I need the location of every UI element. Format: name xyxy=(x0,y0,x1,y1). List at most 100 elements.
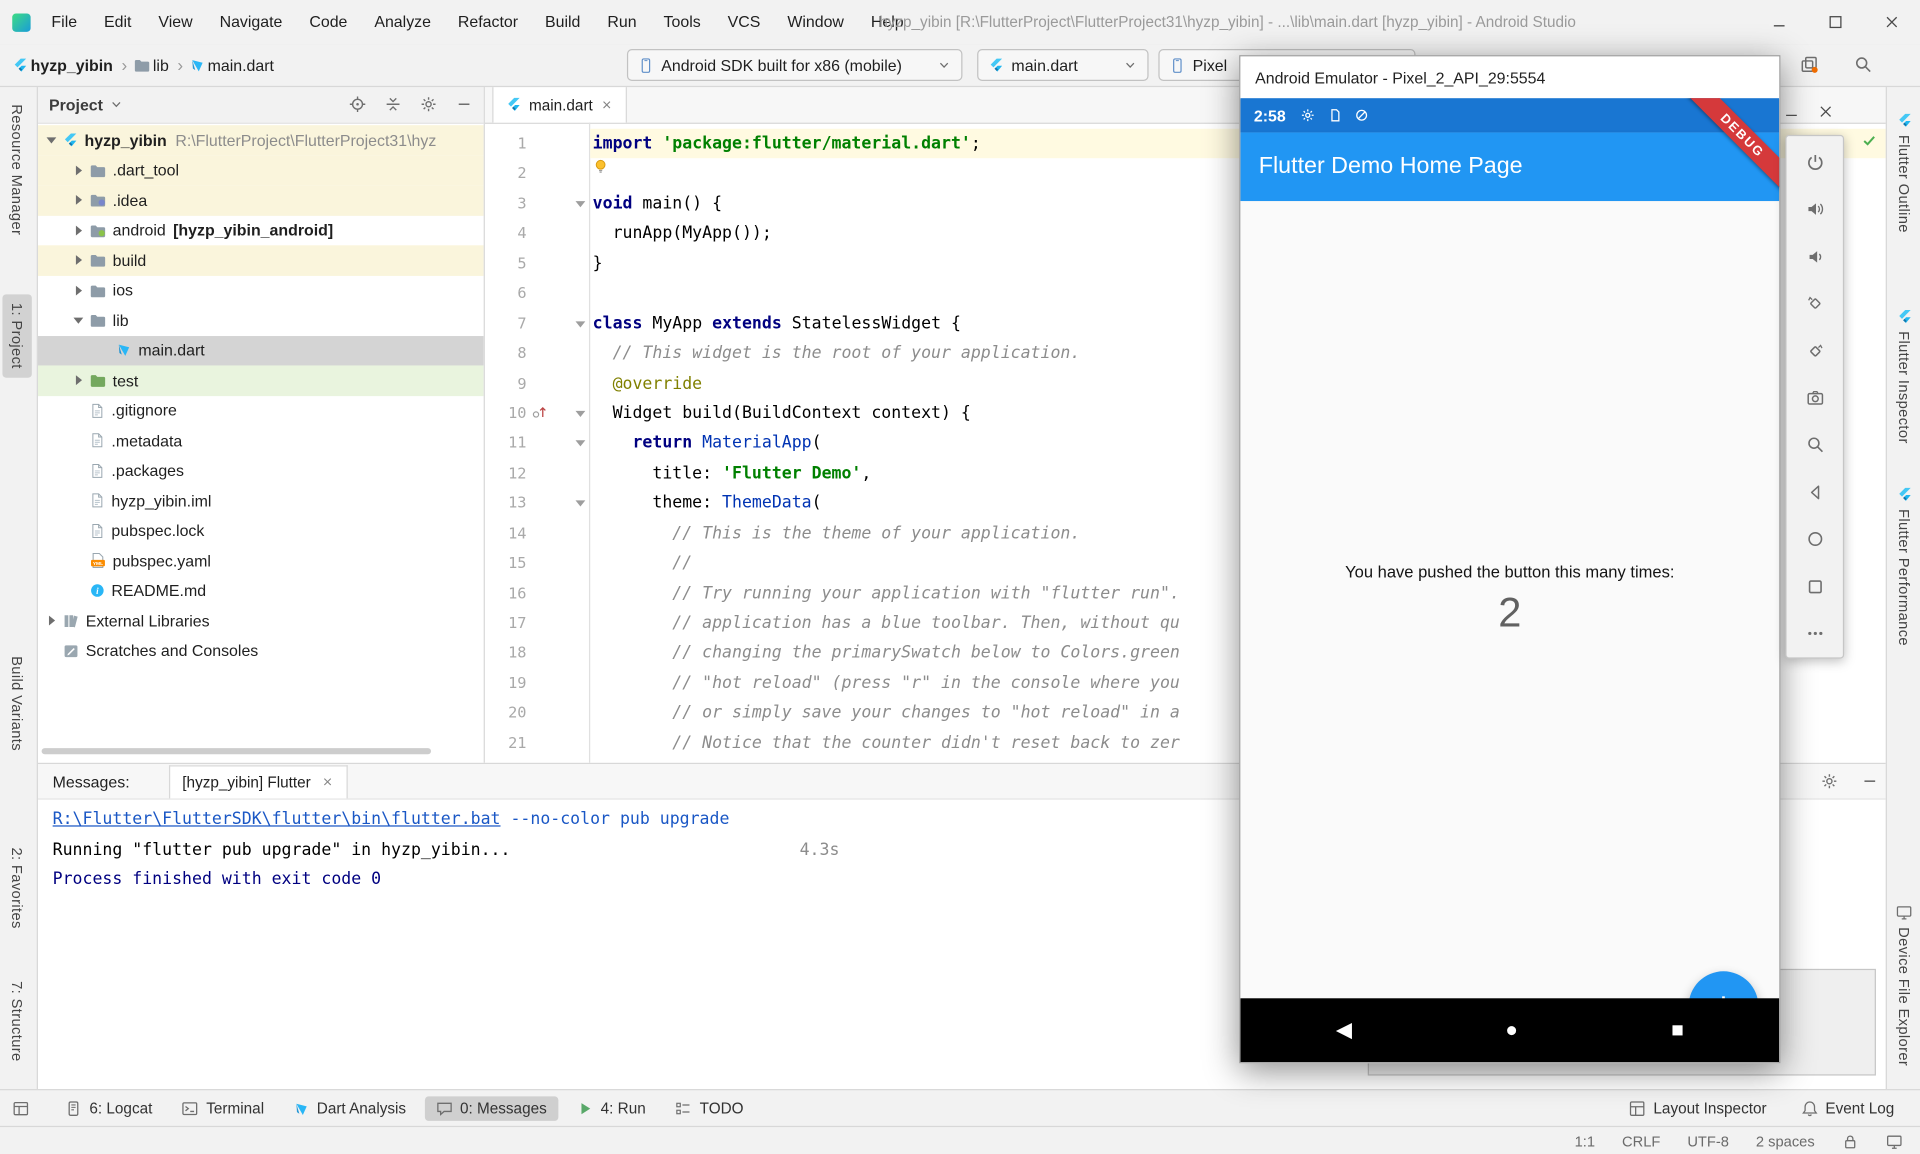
line-number[interactable]: 6 xyxy=(485,279,527,309)
line-number[interactable]: 11 xyxy=(485,428,527,458)
tree-item-android[interactable]: android[hyzp_yibin_android] xyxy=(38,215,484,245)
menu-file[interactable]: File xyxy=(38,0,91,44)
close-button[interactable] xyxy=(1864,0,1920,44)
expand-arrow-icon[interactable] xyxy=(43,137,60,143)
breadcrumb-main-dart[interactable]: main.dart xyxy=(208,56,274,74)
emu-volume-down-button[interactable] xyxy=(1787,233,1843,280)
device-selector[interactable]: Android SDK built for x86 (mobile) xyxy=(627,49,963,81)
tree-item-hyzp-yibin-iml[interactable]: hyzp_yibin.iml xyxy=(38,486,484,516)
menu-window[interactable]: Window xyxy=(774,0,858,44)
tree-item-main-dart[interactable]: main.dart xyxy=(38,335,484,365)
toolbutton-0-messages[interactable]: 0: Messages xyxy=(424,1096,557,1121)
menu-vcs[interactable]: VCS xyxy=(714,0,774,44)
stripe-device-file-explorer[interactable]: Device File Explorer xyxy=(1889,895,1918,1075)
tree-item-build[interactable]: build xyxy=(38,245,484,275)
breadcrumb-hyzp-yibin[interactable]: hyzp_yibin xyxy=(31,56,113,74)
line-number[interactable]: 20 xyxy=(485,698,527,728)
line-number[interactable]: 3 xyxy=(485,189,527,219)
emu-overview-button[interactable] xyxy=(1787,563,1843,610)
expand-arrow-icon[interactable] xyxy=(70,195,87,205)
collapse-all-button[interactable] xyxy=(384,96,401,113)
line-number[interactable]: 9 xyxy=(485,369,527,399)
menu-view[interactable]: View xyxy=(145,0,206,44)
tree-item-external-libraries[interactable]: External Libraries xyxy=(38,606,484,636)
emu-zoom-button[interactable] xyxy=(1787,422,1843,469)
line-number[interactable]: 10 xyxy=(485,399,527,429)
menu-build[interactable]: Build xyxy=(532,0,594,44)
menu-edit[interactable]: Edit xyxy=(91,0,145,44)
minimize-button[interactable] xyxy=(1751,0,1807,44)
menu-navigate[interactable]: Navigate xyxy=(206,0,296,44)
nav-home-button[interactable]: ● xyxy=(1505,1018,1518,1043)
fold-marker[interactable] xyxy=(576,501,586,507)
fold-marker[interactable] xyxy=(576,321,586,327)
stripe-flutter-inspector[interactable]: Flutter Inspector xyxy=(1889,300,1918,452)
menu-run[interactable]: Run xyxy=(594,0,650,44)
line-number[interactable]: 19 xyxy=(485,668,527,698)
monitor-icon[interactable] xyxy=(1886,1133,1903,1150)
emulator-minimize-icon[interactable] xyxy=(1783,103,1800,120)
fold-marker[interactable] xyxy=(576,441,586,447)
tree-item-hyzp-yibin[interactable]: hyzp_yibinR:\FlutterProject\FlutterProje… xyxy=(38,125,484,155)
nav-overview-button[interactable]: ■ xyxy=(1671,1018,1684,1043)
tree-item-metadata[interactable]: .metadata xyxy=(38,426,484,456)
line-number[interactable]: 18 xyxy=(485,638,527,668)
toolbutton-event-log[interactable]: Event Log xyxy=(1790,1096,1905,1121)
expand-arrow-icon[interactable] xyxy=(70,225,87,235)
tree-item-dart-tool[interactable]: .dart_tool xyxy=(38,155,484,185)
status-2-spaces[interactable]: 2 spaces xyxy=(1756,1133,1815,1150)
stripe-resource-manager[interactable]: Resource Manager xyxy=(2,96,31,244)
emulator-title[interactable]: Android Emulator - Pixel_2_API_29:5554 xyxy=(1240,56,1779,99)
toolbutton-4-run[interactable]: 4: Run xyxy=(565,1096,657,1121)
tool-window-switcher-icon[interactable] xyxy=(12,1100,29,1117)
line-number[interactable]: 1 xyxy=(485,129,527,159)
hide-panel-button[interactable] xyxy=(456,96,473,113)
fold-marker[interactable] xyxy=(576,201,586,207)
line-number[interactable]: 14 xyxy=(485,518,527,548)
tree-item-pubspec-yaml[interactable]: YMLpubspec.yaml xyxy=(38,546,484,576)
close-tab-icon[interactable] xyxy=(600,98,613,111)
tree-item-ios[interactable]: ios xyxy=(38,275,484,305)
stripe-flutter-performance[interactable]: Flutter Performance xyxy=(1889,478,1918,654)
tree-item-scratches-and-consoles[interactable]: Scratches and Consoles xyxy=(38,636,484,666)
locate-file-button[interactable] xyxy=(349,96,366,113)
emu-volume-up-button[interactable] xyxy=(1787,186,1843,233)
emu-power-button[interactable] xyxy=(1787,139,1843,186)
tree-item-lib[interactable]: lib xyxy=(38,305,484,335)
line-number[interactable]: 12 xyxy=(485,458,527,488)
emulator-close-icon[interactable] xyxy=(1817,103,1834,120)
fold-marker[interactable] xyxy=(576,411,586,417)
line-number[interactable]: 7 xyxy=(485,309,527,339)
gear-icon[interactable] xyxy=(1821,773,1838,790)
expand-arrow-icon[interactable] xyxy=(70,165,87,175)
flutter-bat-link[interactable]: R:\Flutter\FlutterSDK\flutter\bin\flutte… xyxy=(53,809,501,829)
emu-more-button[interactable] xyxy=(1787,610,1843,657)
emu-back-button[interactable] xyxy=(1787,469,1843,516)
emu-home-button[interactable] xyxy=(1787,516,1843,563)
line-number[interactable]: 13 xyxy=(485,488,527,518)
toolbutton-dart-analysis[interactable]: Dart Analysis xyxy=(282,1096,417,1121)
line-number[interactable]: 2 xyxy=(485,159,527,189)
tree-item-pubspec-lock[interactable]: pubspec.lock xyxy=(38,516,484,546)
stripe-build-variants[interactable]: Build Variants xyxy=(2,648,31,760)
stripe-7-structure[interactable]: 7: Structure xyxy=(2,973,31,1071)
menu-code[interactable]: Code xyxy=(296,0,361,44)
project-view-selector[interactable]: Project xyxy=(49,95,124,113)
line-number[interactable]: 17 xyxy=(485,608,527,638)
expand-arrow-icon[interactable] xyxy=(70,376,87,386)
breadcrumb-lib[interactable]: lib xyxy=(153,56,169,74)
status-1-1[interactable]: 1:1 xyxy=(1575,1133,1595,1150)
menu-refactor[interactable]: Refactor xyxy=(444,0,531,44)
line-number[interactable]: 15 xyxy=(485,548,527,578)
line-number[interactable]: 16 xyxy=(485,578,527,608)
status-utf-8[interactable]: UTF-8 xyxy=(1687,1133,1729,1150)
settings-button[interactable] xyxy=(420,96,437,113)
run-config-selector[interactable]: main.dart xyxy=(977,49,1148,81)
maximize-button[interactable] xyxy=(1807,0,1863,44)
line-number[interactable]: 8 xyxy=(485,339,527,369)
stripe-flutter-outline[interactable]: Flutter Outline xyxy=(1889,104,1918,241)
override-icon[interactable] xyxy=(531,403,547,419)
editor-tab-main-dart[interactable]: main.dart xyxy=(492,87,627,123)
tree-item-idea[interactable]: .idea xyxy=(38,185,484,215)
inspections-ok-icon[interactable] xyxy=(1861,132,1877,148)
